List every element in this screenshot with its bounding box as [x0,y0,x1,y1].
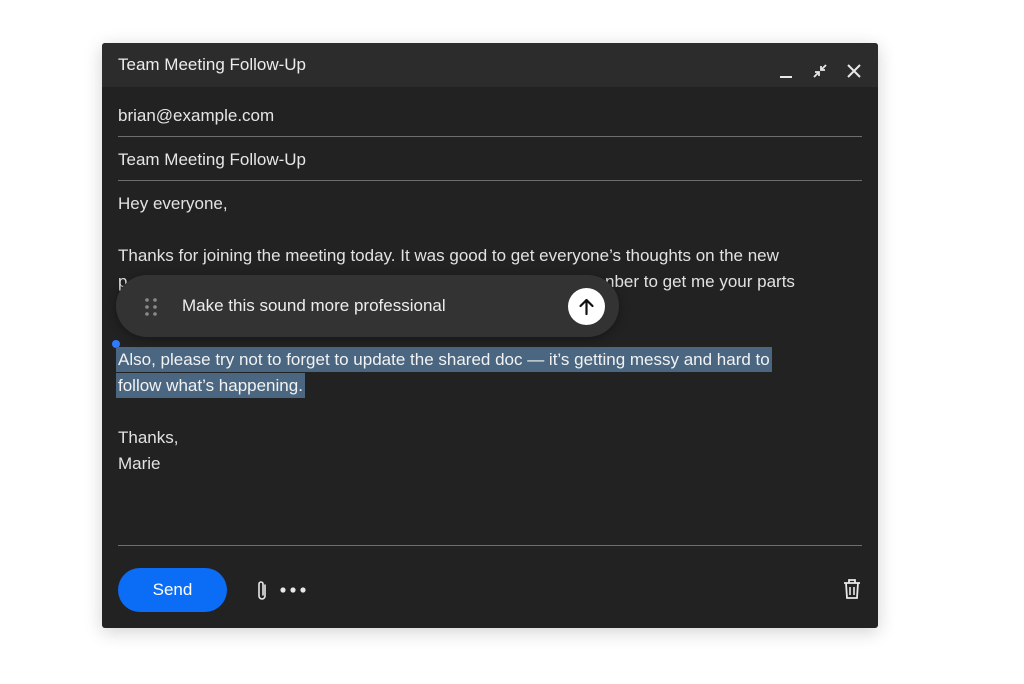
compose-window: Team Meeting Follow-Up brian@example.com… [102,43,878,628]
footer-divider [118,545,862,546]
to-field[interactable]: brian@example.com [118,93,862,137]
body-greeting: Hey everyone, [118,194,228,213]
title-bar: Team Meeting Follow-Up [102,43,878,87]
ai-prompt-popover: Make this sound more professional [116,275,619,337]
window-title: Team Meeting Follow-Up [118,55,307,74]
close-icon[interactable] [844,61,864,81]
paperclip-icon[interactable] [254,579,270,603]
ai-prompt-input[interactable]: Make this sound more professional [182,296,446,316]
body-paragraph-1-line-1: Thanks for joining the meeting today. It… [118,246,779,265]
drag-handle-icon[interactable] [144,297,158,317]
more-icon[interactable] [278,583,308,597]
collapse-icon[interactable] [810,61,830,81]
body-signoff: Thanks, [118,428,179,447]
send-button[interactable]: Send [118,568,227,612]
minimize-icon[interactable] [776,61,796,81]
subject-field[interactable]: Team Meeting Follow-Up [118,137,862,181]
arrow-up-icon [579,298,594,316]
body-signature: Marie [118,454,161,473]
body-paragraph-1-line-2-end: nber to get me your parts [605,272,795,291]
submit-prompt-button[interactable] [568,288,605,325]
subject-text: Team Meeting Follow-Up [118,150,307,169]
to-address: brian@example.com [118,106,275,125]
selected-text-line-2[interactable]: follow what’s happening. [116,373,305,398]
trash-icon[interactable] [842,578,862,600]
selected-text-line-1[interactable]: Also, please try not to forget to update… [116,347,772,372]
